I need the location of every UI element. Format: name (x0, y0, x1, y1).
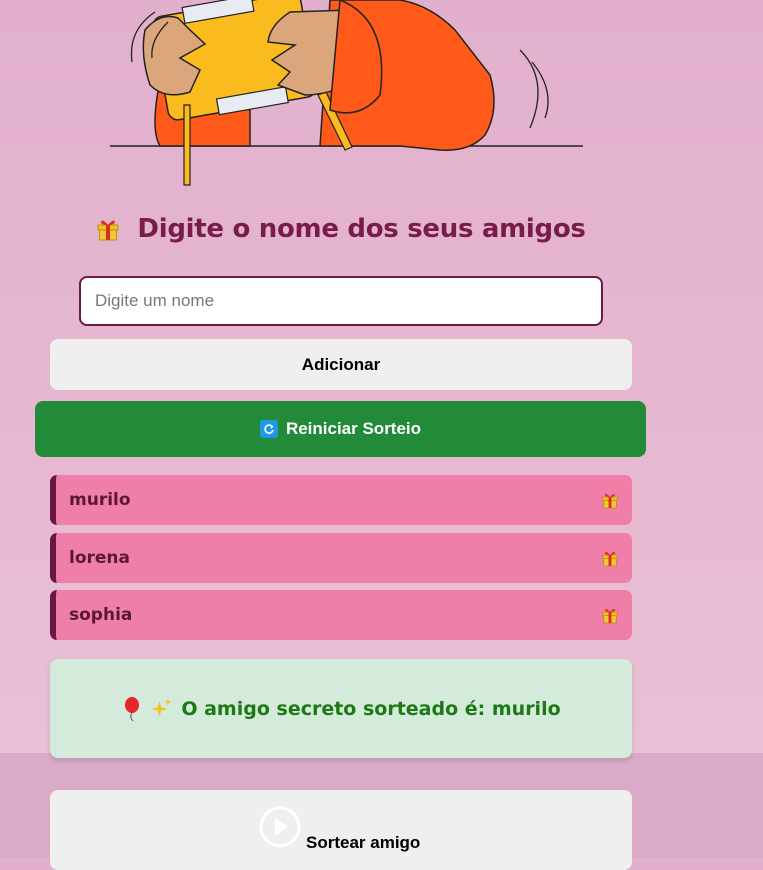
gift-icon (602, 549, 618, 567)
list-item: murilo (50, 475, 632, 525)
add-friend-button[interactable]: Adicionar (50, 339, 632, 390)
draw-friend-button[interactable]: Sortear amigo (50, 790, 632, 870)
page-title: Digite o nome dos seus amigos (137, 214, 586, 244)
balloon-icon (121, 696, 143, 722)
friend-name: murilo (69, 490, 131, 510)
friend-name: sophia (69, 605, 133, 625)
play-icon (259, 806, 301, 848)
list-item: lorena (50, 532, 632, 583)
gift-icon (602, 606, 618, 624)
gift-icon (602, 491, 618, 509)
reset-draw-button[interactable]: Reiniciar Sorteio (35, 401, 646, 457)
page-heading: Digite o nome dos seus amigos (0, 214, 683, 244)
draw-result: O amigo secreto sorteado é: murilo (50, 659, 632, 758)
name-input[interactable] (79, 276, 603, 326)
friend-name: lorena (69, 547, 130, 568)
reset-draw-label: Reiniciar Sorteio (285, 419, 422, 438)
friend-list: murilo lorena sophia (50, 475, 632, 648)
refresh-icon (259, 420, 278, 438)
draw-friend-label: Sortear amigo (306, 833, 421, 852)
list-item: sophia (50, 590, 632, 640)
result-text: O amigo secreto sorteado é: murilo (181, 697, 561, 720)
sparkles-icon (151, 696, 173, 722)
gift-holder-illustration (110, 0, 583, 186)
gift-icon (97, 217, 119, 241)
